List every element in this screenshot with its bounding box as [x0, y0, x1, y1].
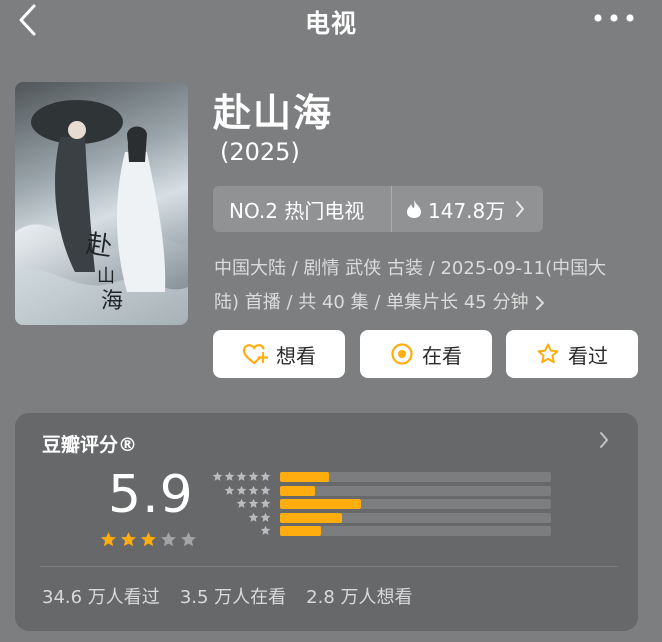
small-star-icon — [212, 471, 223, 481]
rating-distribution — [210, 470, 555, 538]
distribution-bar — [280, 485, 316, 496]
svg-text:海: 海 — [101, 289, 123, 314]
distribution-stars — [236, 498, 271, 509]
star-empty-icon — [161, 532, 176, 547]
more-button[interactable] — [590, 6, 638, 30]
distribution-track — [280, 472, 551, 482]
small-star-icon — [248, 471, 259, 481]
small-star-icon — [224, 485, 235, 495]
small-star-icon — [248, 498, 259, 509]
show-meta[interactable]: 中国大陆 / 剧情 武侠 古装 / 2025-09-11(中国大 陆) 首播 /… — [214, 252, 644, 320]
rating-stars — [100, 531, 197, 548]
watched-button[interactable]: 看过 — [506, 330, 638, 378]
small-star-icon — [260, 526, 271, 536]
poster-image[interactable]: 赴 山 海 — [15, 82, 188, 325]
stat-watched: 34.6 万人看过 — [42, 587, 160, 608]
small-star-icon — [248, 485, 259, 495]
distribution-row — [210, 524, 555, 538]
chevron-right-icon — [600, 432, 608, 448]
distribution-track — [280, 526, 551, 537]
show-year: (2025) — [220, 138, 300, 166]
small-star-icon — [260, 498, 271, 509]
stat-want: 2.8 万人想看 — [306, 587, 413, 608]
star-filled-icon — [121, 532, 136, 547]
small-star-icon — [236, 498, 247, 509]
small-star-icon — [236, 485, 247, 495]
small-star-icon — [260, 485, 271, 495]
distribution-track — [280, 485, 551, 496]
distribution-stars — [248, 512, 271, 523]
small-star-icon — [248, 512, 259, 522]
stat-watching: 3.5 万人在看 — [179, 587, 287, 608]
heat-value-group: 147.8万 — [392, 195, 531, 224]
watching-circle-icon — [391, 343, 413, 365]
star-outline-icon — [537, 343, 559, 364]
heat-value: 147.8万 — [428, 198, 506, 223]
chevron-right-icon — [536, 296, 545, 310]
distribution-track — [280, 512, 551, 523]
flame-icon — [407, 200, 421, 218]
distribution-stars — [260, 525, 271, 536]
rank-label: NO.2 热门电视 — [229, 198, 365, 223]
star-filled-icon — [141, 532, 156, 547]
star-empty-icon — [181, 532, 196, 547]
distribution-bar — [280, 512, 343, 523]
distribution-row — [210, 484, 555, 498]
watched-label: 看过 — [568, 343, 608, 368]
small-star-icon — [260, 471, 271, 481]
meta-line-1: 中国大陆 / 剧情 武侠 古装 / 2025-09-11(中国大 — [214, 258, 607, 279]
meta-line-2: 陆) 首播 / 共 40 集 / 单集片长 45 分钟 — [214, 292, 529, 313]
heart-plus-icon — [242, 344, 268, 365]
svg-text:赴: 赴 — [84, 229, 114, 262]
distribution-row — [210, 497, 555, 511]
watching-label: 在看 — [422, 343, 462, 368]
chevron-right-icon — [516, 201, 525, 217]
card-divider — [40, 566, 618, 567]
want-to-watch-button[interactable]: 想看 — [213, 330, 345, 378]
distribution-row — [210, 470, 555, 484]
distribution-bar — [280, 499, 362, 510]
rating-score: 5.9 — [108, 465, 194, 525]
show-title: 赴山海 — [213, 91, 334, 135]
want-label: 想看 — [276, 343, 316, 368]
more-dots-icon[interactable] — [590, 6, 638, 30]
watching-button[interactable]: 在看 — [360, 330, 492, 378]
star-filled-icon — [101, 532, 116, 547]
rating-title: 豆瓣评分® — [42, 434, 138, 456]
meta-line-2-wrap: 陆) 首播 / 共 40 集 / 单集片长 45 分钟 — [214, 286, 644, 320]
distribution-bar — [280, 526, 321, 537]
rating-stats: 34.6 万人看过 3.5 万人在看 2.8 万人想看 — [42, 583, 413, 609]
svg-text:山: 山 — [97, 266, 115, 287]
page-title: 电视 — [304, 9, 357, 38]
distribution-track — [280, 499, 551, 510]
small-star-icon — [224, 471, 235, 481]
rating-more-button[interactable] — [598, 431, 610, 453]
rank-badge[interactable]: NO.2 热门电视 147.8万 — [213, 186, 543, 232]
distribution-stars — [224, 485, 271, 496]
small-star-icon — [236, 471, 247, 481]
distribution-bar — [280, 472, 329, 482]
distribution-stars — [212, 471, 271, 482]
small-star-icon — [260, 512, 271, 522]
distribution-row — [210, 511, 555, 525]
